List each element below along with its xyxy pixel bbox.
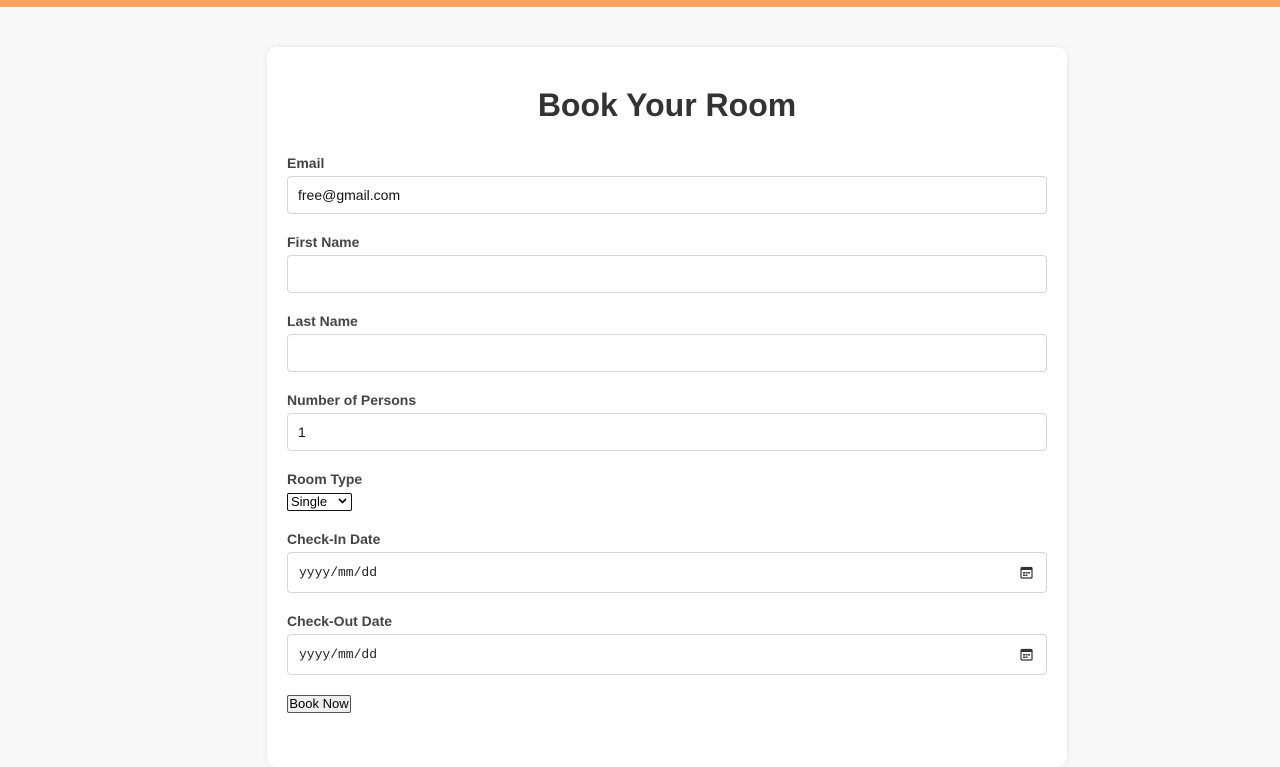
check-in-placeholder: yyyy/mm/dd (299, 565, 378, 580)
check-in-field-group: Check-In Date yyyy/mm/dd (287, 531, 1047, 593)
page-title: Book Your Room (537, 87, 797, 123)
check-out-label: Check-Out Date (287, 613, 393, 629)
first-name-input[interactable] (287, 255, 1047, 293)
room-type-field-group: Room Type Single (287, 471, 1047, 511)
room-type-label: Room Type (287, 471, 363, 487)
first-name-field-group: First Name (287, 234, 1047, 293)
calendar-icon[interactable] (1020, 648, 1033, 661)
last-name-field-group: Last Name (287, 313, 1047, 372)
calendar-icon[interactable] (1020, 566, 1033, 579)
persons-input[interactable]: 1 (287, 413, 1047, 451)
persons-field-group: Number of Persons 1 (287, 392, 1047, 451)
first-name-label: First Name (287, 234, 360, 250)
check-out-placeholder: yyyy/mm/dd (299, 647, 378, 662)
email-field[interactable]: free@gmail.com (287, 176, 1047, 214)
booking-card: Book Your Room Email free@gmail.com Firs… (267, 47, 1067, 767)
persons-label: Number of Persons (287, 392, 417, 408)
check-in-date-input[interactable]: yyyy/mm/dd (287, 552, 1047, 593)
last-name-input[interactable] (287, 334, 1047, 372)
email-label: Email (287, 155, 325, 171)
top-accent-bar (0, 0, 1280, 7)
chevron-down-icon (338, 498, 347, 504)
email-field-group: Email free@gmail.com (287, 155, 1047, 214)
check-out-field-group: Check-Out Date yyyy/mm/dd (287, 613, 1047, 675)
check-out-date-input[interactable]: yyyy/mm/dd (287, 634, 1047, 675)
room-type-select[interactable]: Single (287, 493, 352, 511)
last-name-label: Last Name (287, 313, 358, 329)
check-in-label: Check-In Date (287, 531, 381, 547)
room-type-selected-value: Single (291, 494, 328, 509)
book-now-button[interactable]: Book Now (287, 695, 351, 713)
